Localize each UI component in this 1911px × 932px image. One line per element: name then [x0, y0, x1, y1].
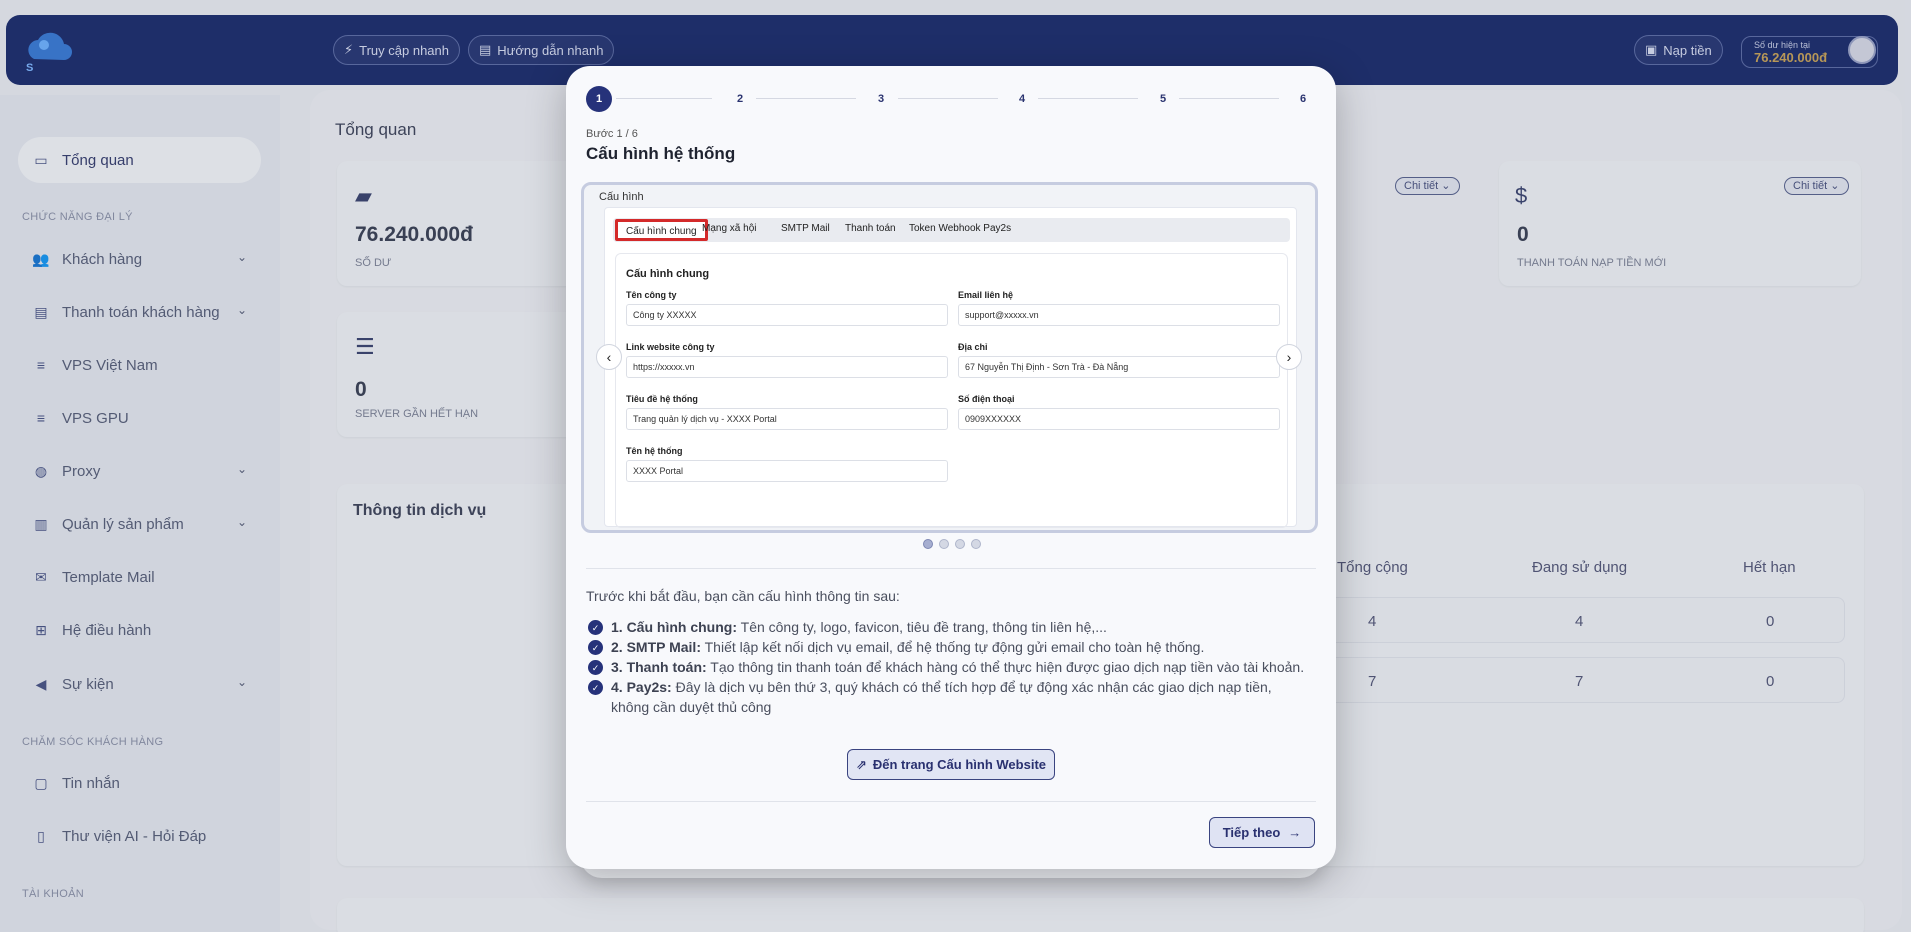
step-counter: Bước 1 / 6	[586, 128, 638, 140]
intro-text: Trước khi bắt đầu, bạn cần cấu hình thôn…	[586, 588, 900, 604]
list-item: ✓ 1. Cấu hình chung: Tên công ty, logo, …	[586, 617, 1306, 637]
preview-tab-general: Cấu hình chung	[615, 219, 708, 241]
preview-tab-payment: Thanh toán	[845, 223, 896, 234]
setup-wizard-modal: 1 2 3 4 5 6 Bước 1 / 6 Cấu hình hệ thống…	[566, 66, 1336, 869]
preview-label: Cấu hình	[599, 191, 644, 203]
modal-title: Cấu hình hệ thống	[586, 144, 736, 163]
check-circle-icon: ✓	[588, 680, 603, 695]
preview-tab-social: Mạng xã hội	[702, 223, 757, 234]
check-circle-icon: ✓	[588, 640, 603, 655]
preview-tab-smtp: SMTP Mail	[781, 223, 830, 234]
divider	[586, 568, 1316, 569]
carousel-dot[interactable]	[939, 539, 949, 549]
step-5[interactable]: 5	[1150, 86, 1176, 112]
preview-tab-webhook: Token Webhook Pay2s	[909, 223, 1012, 234]
carousel-dot[interactable]	[923, 539, 933, 549]
carousel-next-button[interactable]: ›	[1276, 344, 1302, 370]
chevron-left-icon: ‹	[606, 349, 612, 365]
list-item: ✓ 2. SMTP Mail: Thiết lập kết nối dịch v…	[586, 637, 1306, 657]
list-item: ✓ 3. Thanh toán: Tạo thông tin thanh toá…	[586, 657, 1306, 677]
goto-website-config-button[interactable]: ⇗ Đến trang Cấu hình Website	[847, 749, 1055, 780]
stepper: 1 2 3 4 5 6	[586, 86, 1316, 112]
divider	[586, 801, 1316, 802]
preview-tabs: Cấu hình chung Mạng xã hội SMTP Mail Tha…	[613, 218, 1290, 242]
list-item: ✓ 4. Pay2s: Đây là dịch vụ bên thứ 3, qu…	[586, 677, 1306, 717]
step-4[interactable]: 4	[1009, 86, 1035, 112]
step-2[interactable]: 2	[727, 86, 753, 112]
carousel-indicators	[923, 539, 981, 551]
check-circle-icon: ✓	[588, 620, 603, 635]
carousel-dot[interactable]	[971, 539, 981, 549]
chevron-right-icon: ›	[1286, 349, 1292, 365]
preview-screenshot: Cấu hình chung Mạng xã hội SMTP Mail Tha…	[604, 207, 1297, 528]
checklist: ✓ 1. Cấu hình chung: Tên công ty, logo, …	[586, 617, 1306, 717]
external-link-icon: ⇗	[855, 756, 867, 772]
step-6[interactable]: 6	[1290, 86, 1316, 112]
next-button[interactable]: Tiếp theo →	[1209, 817, 1315, 848]
carousel-dot[interactable]	[955, 539, 965, 549]
step-1[interactable]: 1	[586, 86, 612, 112]
step-3[interactable]: 3	[868, 86, 894, 112]
preview-form: Cấu hình chung Tên công ty Công ty XXXXX…	[615, 253, 1288, 528]
carousel-prev-button[interactable]: ‹	[596, 344, 622, 370]
check-circle-icon: ✓	[588, 660, 603, 675]
preview-carousel: Cấu hình Cấu hình chung Mạng xã hội SMTP…	[581, 182, 1318, 533]
arrow-right-icon: →	[1288, 825, 1302, 840]
